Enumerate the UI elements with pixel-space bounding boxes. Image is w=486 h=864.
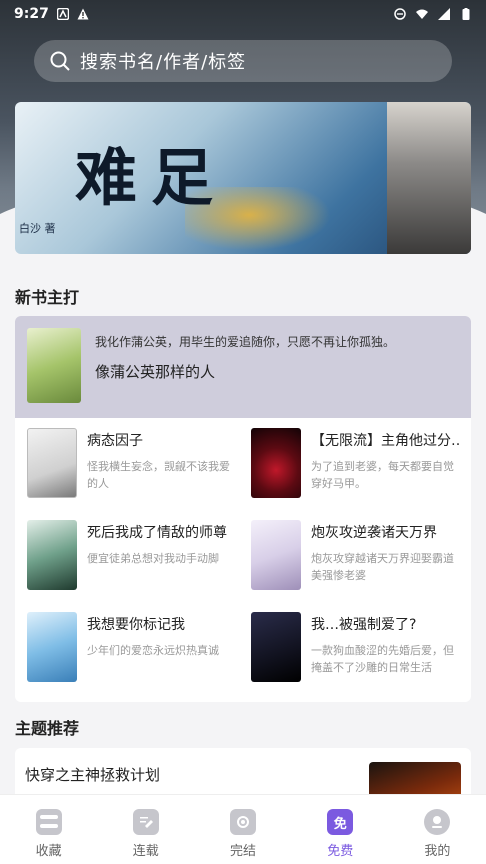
book-cover [27,428,77,498]
book-item[interactable]: 我…被强制爱了? 一款狗血酸涩的先婚后爱，但掩盖不了沙雕的日常生活 [239,612,464,692]
book-edit-icon [132,809,159,835]
wifi-icon [416,9,428,19]
book-description: 少年们的爱恋永远炽热真诚 [87,644,219,657]
shelf-icon [35,809,62,835]
search-bar[interactable]: 搜索书名/作者/标签 [34,40,452,82]
status-bar: 9:27 [0,0,486,28]
profile-icon [424,809,451,835]
book-title: 【无限流】主角他过分… [311,433,461,449]
tab-label: 我的 [424,844,451,859]
featured-book-description: 我化作蒲公英，用毕生的爱追随你，只愿不再让你孤独。 [95,335,396,349]
warning-icon [77,8,89,20]
status-time: 9:27 [14,6,49,22]
search-icon [50,51,70,71]
book-description: 便宜徒弟总想对我动手动脚 [87,552,219,565]
featured-book[interactable]: 我化作蒲公英，用毕生的爱追随你，只愿不再让你孤独。 像蒲公英那样的人 [15,316,471,418]
tab-shelf[interactable]: 收藏 [0,795,97,864]
book-cover [251,428,301,498]
tab-completed[interactable]: 完结 [194,795,291,864]
book-title: 病态因子 [87,433,143,449]
search-placeholder: 搜索书名/作者/标签 [80,52,247,73]
featured-book-name: 像蒲公英那样的人 [95,363,216,381]
book-description: 炮灰攻穿越诸天万界迎娶霸道美强惨老婆 [311,552,454,582]
bottom-tab-bar: 收藏 连载 完结 免 免费 我的 [0,794,486,864]
book-description: 怪我横生妄念，觊觎不该我爱的人 [87,460,230,490]
book-item[interactable]: 我想要你标记我 少年们的爱恋永远炽热真诚 [15,612,240,692]
section-title-theme: 主题推荐 [15,719,80,738]
tab-serial[interactable]: 连载 [97,795,194,864]
new-books-card: 我化作蒲公英，用毕生的爱追随你，只愿不再让你孤独。 像蒲公英那样的人 病态因子 … [15,316,471,702]
book-title: 死后我成了情敌的师尊 [87,525,227,541]
book-cover [27,612,77,682]
book-cover [251,520,301,590]
book-title: 我想要你标记我 [87,617,185,633]
book-cover [27,520,77,590]
book-cover [251,612,301,682]
banner-title: 难足 [75,141,228,214]
book-description: 为了追到老婆，每天都要自觉穿好马甲。 [311,460,454,490]
dnd-icon [394,8,406,20]
signal-icon [438,8,450,20]
tab-label: 完结 [230,844,257,859]
theme-card-title: 快穿之主神拯救计划 [25,766,161,784]
completed-icon [230,809,256,835]
app-notification-icon [56,8,69,20]
book-item[interactable]: 病态因子 怪我横生妄念，觊觎不该我爱的人 [15,428,240,508]
tab-label: 免费 [327,844,354,859]
featured-book-cover [27,328,81,403]
banner-side-image [387,102,471,254]
banner-author: 白沙 著 [19,222,56,235]
free-icon: 免 [327,809,354,835]
book-item[interactable]: 死后我成了情敌的师尊 便宜徒弟总想对我动手动脚 [15,520,240,600]
tab-label: 连载 [132,844,159,859]
book-title: 炮灰攻逆袭诸天万界 [311,525,437,541]
tab-profile[interactable]: 我的 [389,795,486,864]
book-description: 一款狗血酸涩的先婚后爱，但掩盖不了沙雕的日常生活 [311,644,454,674]
banner-carousel[interactable]: 难足 白沙 著 [15,102,471,254]
battery-icon [462,8,470,20]
book-title: 我…被强制爱了? [311,617,417,633]
tab-label: 收藏 [35,844,62,859]
tab-free[interactable]: 免 免费 [292,795,389,864]
book-item[interactable]: 【无限流】主角他过分… 为了追到老婆，每天都要自觉穿好马甲。 [239,428,464,508]
book-item[interactable]: 炮灰攻逆袭诸天万界 炮灰攻穿越诸天万界迎娶霸道美强惨老婆 [239,520,464,600]
section-title-new-books: 新书主打 [15,288,80,307]
